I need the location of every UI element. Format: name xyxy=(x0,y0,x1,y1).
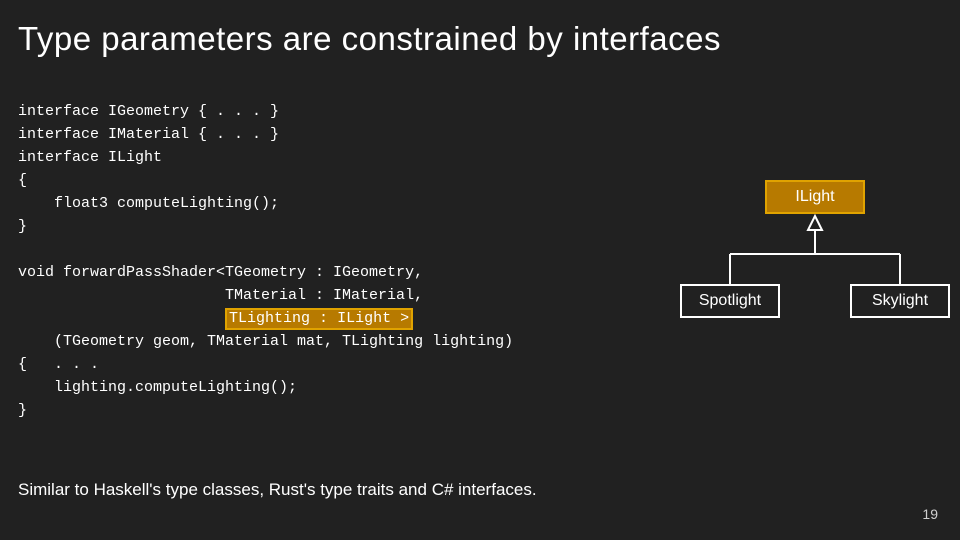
page-number: 19 xyxy=(922,506,938,522)
code-line: interface ILight xyxy=(18,149,162,166)
code-line: } xyxy=(18,218,27,235)
highlighted-constraint: TLighting : ILight > xyxy=(225,308,413,330)
code-line: (TGeometry geom, TMaterial mat, TLightin… xyxy=(18,333,513,350)
interface-hierarchy-diagram: ILight Spotlight Skylight xyxy=(680,180,940,360)
code-line: interface IGeometry { . . . } xyxy=(18,103,279,120)
code-line: TMaterial : IMaterial, xyxy=(18,287,423,304)
code-line-indent xyxy=(18,310,225,327)
diagram-node-ilight: ILight xyxy=(765,180,865,214)
code-line: } xyxy=(18,402,27,419)
code-line: { xyxy=(18,172,27,189)
code-line: void forwardPassShader<TGeometry : IGeom… xyxy=(18,264,423,281)
code-line: interface IMaterial { . . . } xyxy=(18,126,279,143)
code-line: lighting.computeLighting(); xyxy=(18,379,297,396)
code-line: { . . . xyxy=(18,356,99,373)
code-line: float3 computeLighting(); xyxy=(18,195,279,212)
slide-title: Type parameters are constrained by inter… xyxy=(18,20,721,58)
slide: Type parameters are constrained by inter… xyxy=(0,0,960,540)
code-line: TLighting : ILight > xyxy=(18,310,413,327)
code-block: interface IGeometry { . . . } interface … xyxy=(18,100,513,422)
diagram-node-skylight: Skylight xyxy=(850,284,950,318)
diagram-node-spotlight: Spotlight xyxy=(680,284,780,318)
footnote: Similar to Haskell's type classes, Rust'… xyxy=(18,480,537,500)
